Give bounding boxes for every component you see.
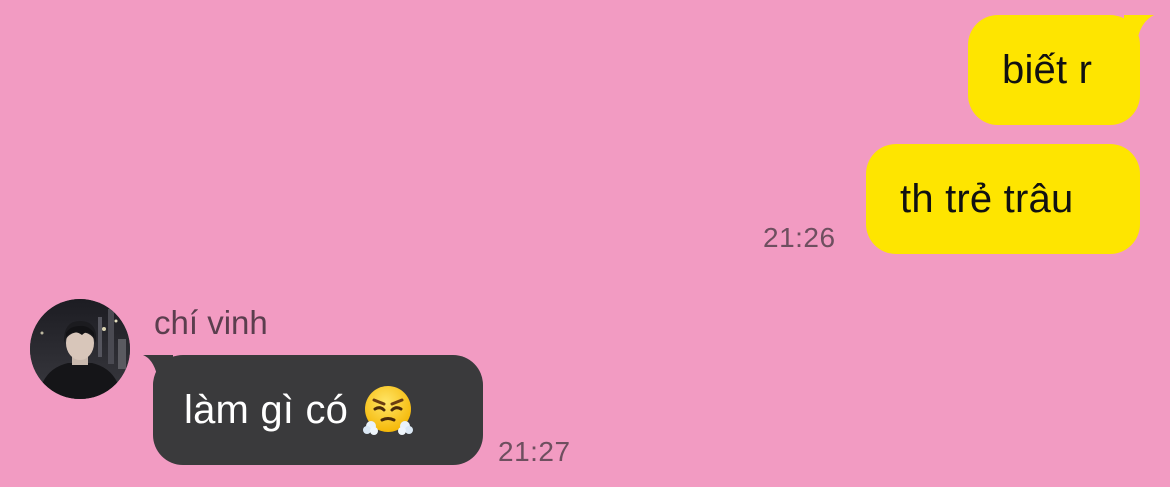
message-text: làm gì có — [184, 387, 349, 432]
avatar-image — [30, 299, 130, 399]
bubble-tail — [143, 355, 173, 375]
face-with-steam-from-nose-icon — [363, 386, 414, 435]
message-text: biết r — [1002, 47, 1093, 92]
bubble-tail — [1124, 15, 1154, 37]
message-timestamp: 21:26 — [763, 222, 836, 253]
outgoing-message-bubble[interactable]: biết r — [968, 15, 1154, 125]
sender-name: chí vinh — [154, 304, 268, 341]
incoming-message-bubble[interactable]: làm gì có — [143, 355, 483, 465]
sender-avatar[interactable] — [30, 299, 130, 399]
chat-thread: biết r th trẻ trâu 21:26 chí vinh làm gì… — [0, 0, 1170, 487]
message-timestamp: 21:27 — [498, 436, 571, 467]
message-text: th trẻ trâu — [900, 176, 1074, 221]
outgoing-message-bubble[interactable]: th trẻ trâu — [866, 144, 1140, 254]
